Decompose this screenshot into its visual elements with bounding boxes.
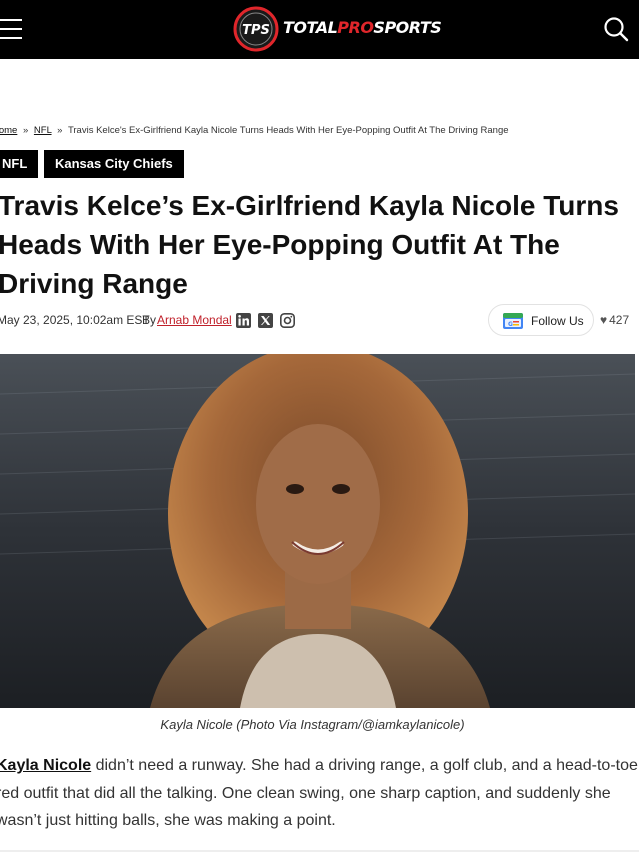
kayla-nicole-link[interactable]: Kayla Nicole: [0, 757, 91, 774]
logo-wordmark: TOTALPROSPORTS: [283, 18, 442, 37]
hamburger-menu-icon[interactable]: [0, 19, 22, 39]
publish-date: May 23, 2025, 10:02am EST: [0, 313, 150, 327]
likes-count[interactable]: ♥ 427: [600, 313, 629, 327]
x-twitter-icon[interactable]: [258, 313, 273, 328]
breadcrumb-current: Travis Kelce's Ex-Girlfriend Kayla Nicol…: [67, 125, 509, 136]
author-link[interactable]: Arnab Mondal: [157, 313, 232, 327]
image-caption: Kayla Nicole (Photo Via Instagram/@iamka…: [160, 717, 465, 732]
likes-value: 427: [609, 313, 630, 327]
follow-us-label: Follow Us: [531, 314, 584, 328]
tag-nfl[interactable]: NFL: [0, 150, 39, 178]
logo-badge-text: TPS: [242, 23, 270, 38]
site-header: TPS TOTALPROSPORTS: [0, 0, 639, 59]
lead-text: didn’t need a runway. She had a driving …: [0, 757, 638, 829]
follow-us-button[interactable]: G Follow Us: [488, 304, 594, 336]
google-news-icon: G: [503, 313, 523, 329]
logo-text-total: TOTAL: [283, 18, 338, 37]
breadcrumb-nfl-link[interactable]: NFL: [34, 125, 52, 136]
site-logo[interactable]: TPS TOTALPROSPORTS: [233, 6, 442, 52]
article-lead-paragraph: Kayla Nicole didn’t need a runway. She h…: [0, 752, 638, 835]
tag-kansas-city-chiefs[interactable]: Kansas City Chiefs: [44, 150, 184, 178]
hero-image: [0, 354, 635, 708]
breadcrumb-separator: »: [22, 125, 29, 136]
article-title: Travis Kelce’s Ex-Girlfriend Kayla Nicol…: [0, 190, 619, 299]
hero-photo-illustration: [0, 354, 635, 708]
svg-text:G: G: [508, 321, 513, 328]
logo-text-pro: PRO: [337, 18, 374, 37]
breadcrumb-separator: »: [57, 125, 63, 136]
breadcrumb-home-link[interactable]: Home: [0, 125, 17, 136]
heart-icon: ♥: [600, 313, 608, 327]
breadcrumb: Home » NFL » Travis Kelce's Ex-Girlfrien…: [0, 125, 509, 136]
instagram-icon[interactable]: [280, 313, 295, 328]
logo-text-sports: SPORTS: [373, 18, 442, 37]
logo-badge-icon: TPS: [233, 6, 279, 52]
linkedin-icon[interactable]: [236, 313, 251, 328]
search-icon[interactable]: [603, 16, 629, 42]
byline-prefix: By: [142, 313, 157, 327]
